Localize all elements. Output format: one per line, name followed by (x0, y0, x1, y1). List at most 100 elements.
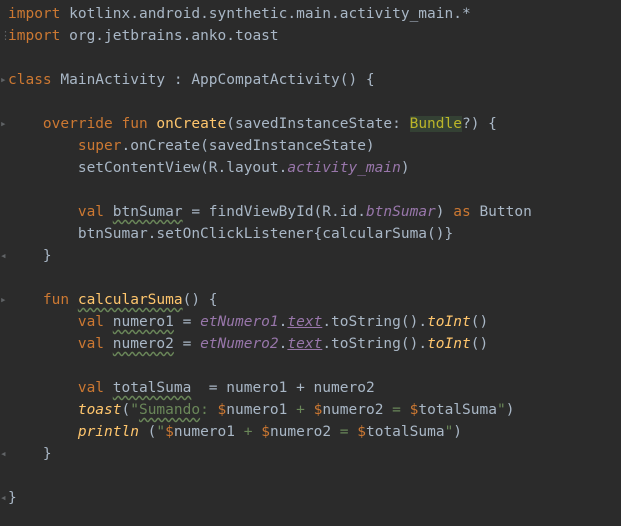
gutter-fold-icon[interactable] (0, 465, 8, 487)
code-token: Bundle (409, 116, 462, 132)
code-text: import org.jetbrains.anko.toast (8, 25, 279, 47)
code-token: $ (261, 424, 270, 440)
code-token: etNumero1 (200, 314, 279, 330)
code-line[interactable]: val totalSuma = numero1 + numero2 (0, 377, 621, 399)
code-token: totalSuma (112, 380, 192, 396)
code-token: (savedInstanceState: (226, 116, 410, 132)
code-line[interactable]: import kotlinx.android.synthetic.main.ac… (0, 3, 621, 25)
code-token: val (77, 204, 113, 220)
code-token: totalSuma (365, 424, 445, 440)
code-token: + (235, 424, 262, 440)
code-token: } (8, 446, 52, 462)
code-line[interactable]: toast("Sumando: $numero1 + $numero2 = $t… (0, 399, 621, 421)
code-token: Button (470, 204, 532, 220)
code-line[interactable]: ◂ } (0, 443, 621, 465)
code-token: activity_main (287, 160, 401, 176)
code-token: numero2 (322, 402, 384, 418)
gutter-fold-icon[interactable] (0, 421, 8, 443)
code-text: btnSumar.setOnClickListener{calcularSuma… (8, 223, 453, 245)
code-token: totalSuma (418, 402, 497, 418)
gutter-fold-icon[interactable] (0, 3, 8, 25)
code-line[interactable]: ▸ override fun onCreate(savedInstanceSta… (0, 113, 621, 135)
code-token: ( (121, 402, 131, 418)
code-token: setContentView(R.layout. (8, 160, 288, 176)
code-token: text (287, 336, 323, 352)
gutter-fold-icon[interactable]: ◂ (0, 443, 8, 465)
code-line[interactable]: ▸ fun calcularSuma() { (0, 289, 621, 311)
gutter-fold-icon[interactable] (0, 179, 8, 201)
code-token: val (77, 314, 113, 330)
gutter-fold-icon[interactable] (0, 201, 8, 223)
code-token: " (444, 424, 454, 440)
code-token: class (8, 72, 52, 88)
gutter-fold-icon[interactable]: ▸ (0, 289, 8, 311)
gutter-fold-icon[interactable]: ▸ (0, 113, 8, 135)
code-token: val (77, 336, 113, 352)
code-line[interactable]: println ("$numero1 + $numero2 = $totalSu… (0, 421, 621, 443)
code-text: val totalSuma = numero1 + numero2 (8, 377, 375, 399)
code-text: val btnSumar = findViewById(R.id.btnSuma… (8, 201, 532, 223)
code-line[interactable] (0, 267, 621, 289)
gutter-fold-icon[interactable] (0, 223, 8, 245)
gutter-fold-icon[interactable] (0, 333, 8, 355)
code-text: val numero1 = etNumero1.text.toString().… (8, 311, 488, 333)
code-token: " (130, 402, 139, 418)
code-line[interactable]: super.onCreate(savedInstanceState) (0, 135, 621, 157)
gutter-fold-icon[interactable] (0, 135, 8, 157)
gutter-fold-icon[interactable] (0, 267, 8, 289)
code-line[interactable]: ◂ } (0, 245, 621, 267)
code-token: text (287, 314, 323, 330)
code-line[interactable]: ◂} (0, 487, 621, 509)
code-line[interactable] (0, 465, 621, 487)
gutter-fold-icon[interactable]: ◂ (0, 487, 8, 509)
code-text: override fun onCreate(savedInstanceState… (8, 113, 497, 135)
code-editor[interactable]: import kotlinx.android.synthetic.main.ac… (0, 0, 621, 526)
code-line[interactable]: btnSumar.setOnClickListener{calcularSuma… (0, 223, 621, 245)
code-token: super (77, 138, 122, 154)
code-token: $ (217, 402, 227, 418)
code-line[interactable] (0, 355, 621, 377)
code-token: println (77, 424, 139, 440)
gutter-fold-icon[interactable] (0, 47, 8, 69)
code-token: () (470, 314, 489, 330)
code-line[interactable] (0, 91, 621, 113)
code-token: numero1 (112, 314, 174, 330)
code-token: = (383, 402, 410, 418)
code-line[interactable]: ⋮ import org.jetbrains.anko.toast (0, 25, 621, 47)
code-token: = (173, 336, 201, 352)
gutter-fold-icon[interactable] (0, 399, 8, 421)
gutter-fold-icon[interactable] (0, 311, 8, 333)
code-line[interactable]: val btnSumar = findViewById(R.id.btnSuma… (0, 201, 621, 223)
gutter-fold-icon[interactable] (0, 91, 8, 113)
gutter-fold-icon[interactable]: ▸ (0, 69, 8, 91)
code-token: " (156, 424, 166, 440)
code-token: $ (357, 424, 366, 440)
code-line[interactable] (0, 179, 621, 201)
code-token: .toString(). (322, 336, 428, 352)
code-token: toInt (427, 314, 471, 330)
code-token: = numero1 + numero2 (191, 380, 375, 396)
code-token: : (200, 402, 218, 418)
code-token: = findViewById(R.id. (182, 204, 366, 220)
gutter-fold-icon[interactable] (0, 377, 8, 399)
gutter-fold-icon[interactable] (0, 157, 8, 179)
code-line[interactable]: val numero2 = etNumero2.text.toString().… (0, 333, 621, 355)
code-line[interactable]: val numero1 = etNumero1.text.toString().… (0, 311, 621, 333)
gutter-fold-icon[interactable]: ◂ (0, 245, 8, 267)
code-token: MainActivity : AppCompatActivity() { (51, 72, 375, 88)
code-line[interactable] (0, 47, 621, 69)
code-line[interactable]: setContentView(R.layout.activity_main) (0, 157, 621, 179)
code-token: numero1 (173, 424, 235, 440)
gutter-fold-icon[interactable] (0, 355, 8, 377)
gutter-fold-icon[interactable]: ⋮ (0, 25, 11, 47)
code-token: btnSumar.setOnClickListener{calcularSuma… (8, 226, 454, 242)
code-token: .onCreate(savedInstanceState) (121, 138, 375, 154)
code-token: calcularSuma (77, 292, 183, 308)
code-line[interactable]: ▸ class MainActivity : AppCompatActivity(… (0, 69, 621, 91)
code-text: import kotlinx.android.synthetic.main.ac… (8, 3, 471, 25)
